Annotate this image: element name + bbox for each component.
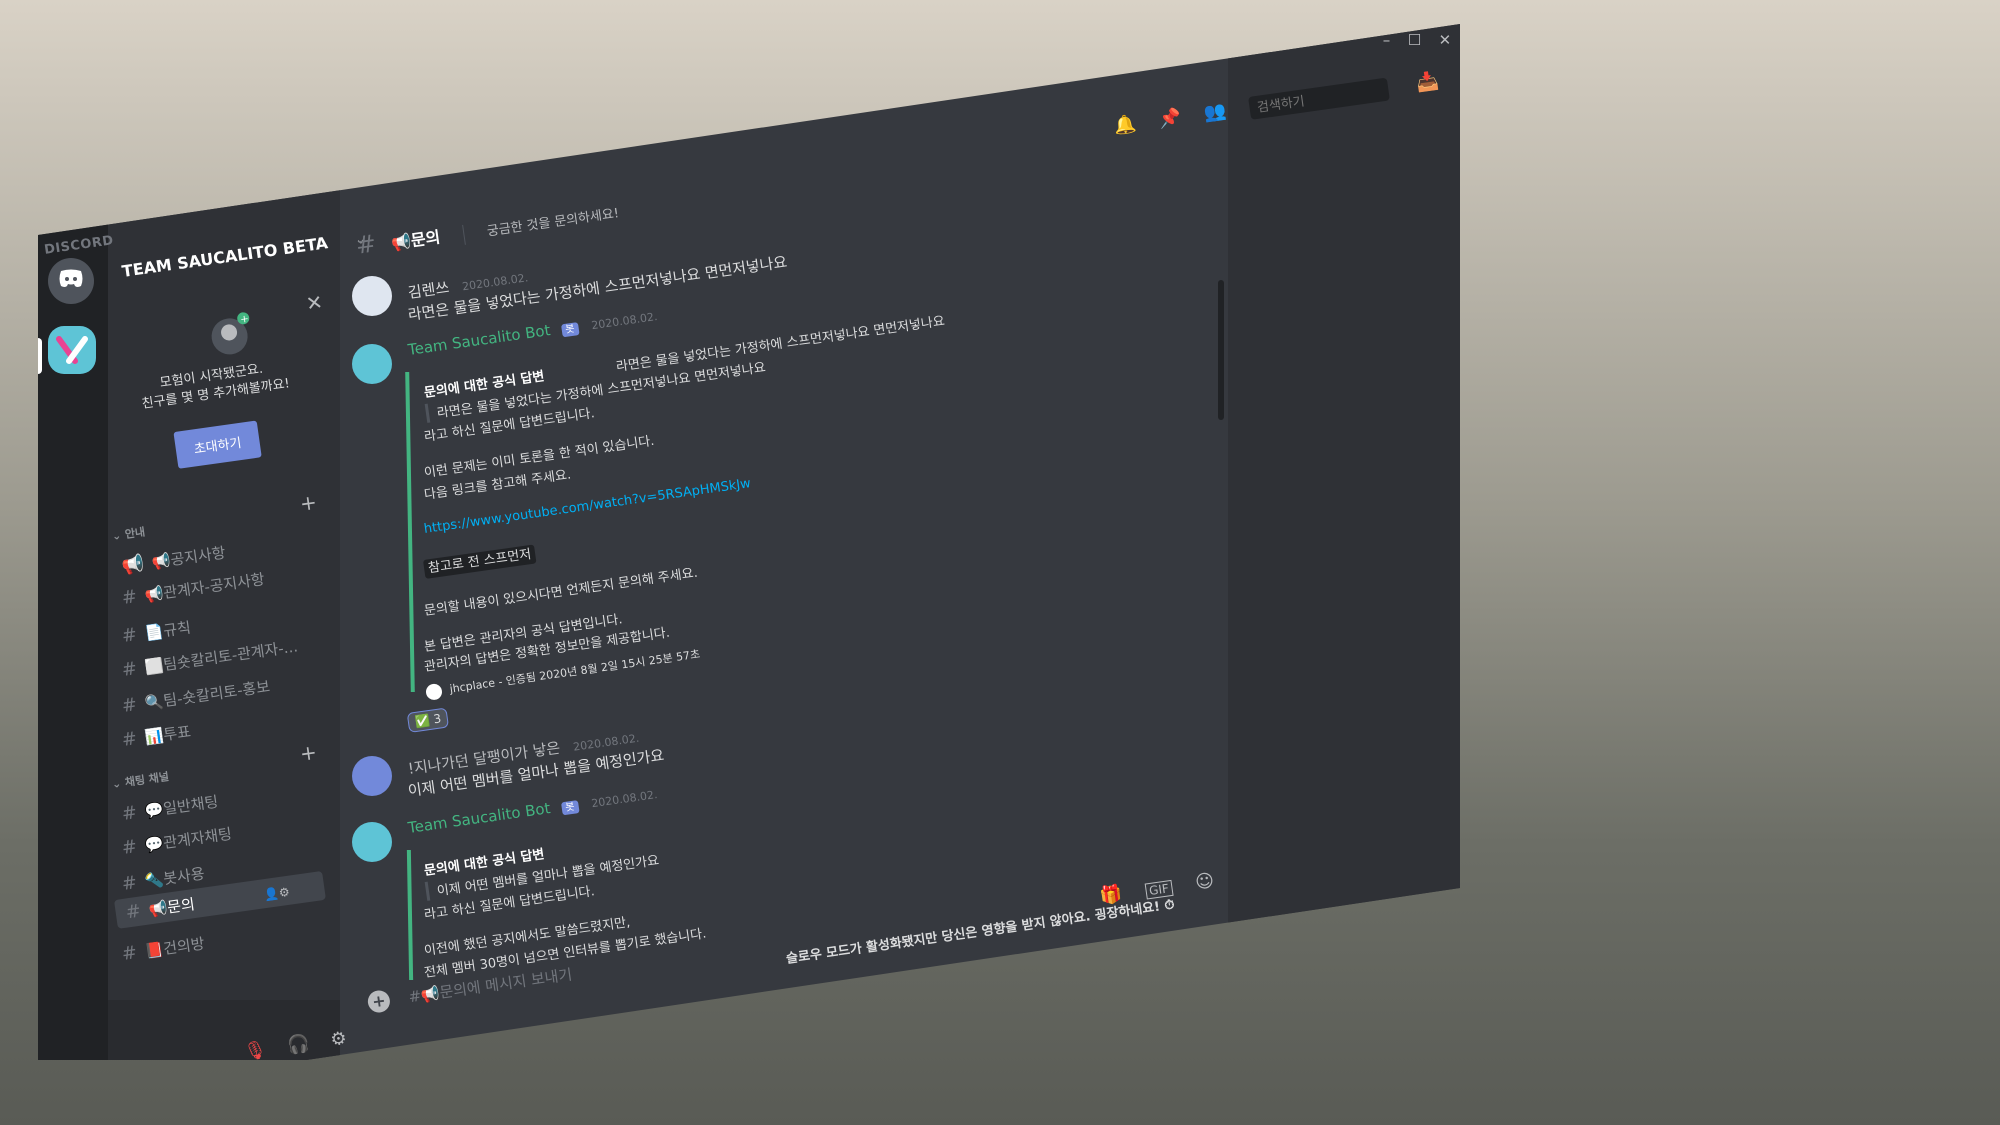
add-friend-illustration-icon: + [211, 312, 250, 355]
pin-icon[interactable]: 📌 [1157, 107, 1182, 131]
hash-icon: # [120, 728, 139, 751]
plus-icon[interactable]: + [298, 740, 318, 766]
close-icon[interactable]: ✕ [304, 290, 324, 316]
embed-top-line: 라면은 물을 넣었다는 가정하에 스프먼저넣나요 면먼저넣나요 [615, 313, 946, 375]
hash-icon: # [120, 694, 139, 717]
divider [461, 224, 466, 245]
server-icon-saucalito[interactable] [48, 326, 96, 374]
hash-icon: # [120, 586, 139, 609]
channel-title: 📢문의 [389, 227, 442, 253]
timestamp: 2020.08.02. [590, 310, 659, 333]
server-rail [38, 24, 108, 1060]
selected-server-indicator [38, 338, 42, 374]
hash-icon: # [120, 658, 139, 681]
channel-topic: 궁금한 것을 문의하세요! [486, 206, 620, 240]
add-channel-button[interactable]: + [298, 740, 318, 766]
slowmode-notice: 슬로우 모드가 활성화됐지만 당신은 영향을 받지 않아요. 굉장하네요! ⏱ [785, 897, 1176, 967]
close-invite-button[interactable]: ✕ [304, 290, 324, 316]
member-list [1228, 24, 1460, 1060]
hash-icon: # [120, 802, 139, 825]
plus-circle-icon[interactable]: + [366, 989, 392, 1014]
maximize-button[interactable]: ☐ [1408, 31, 1421, 49]
embed-code-row: 참고로 전 스프먼저 [422, 543, 537, 579]
add-channel-button[interactable]: + [298, 490, 318, 516]
window-controls: – ☐ ✕ [1374, 30, 1460, 50]
avatar[interactable] [352, 344, 392, 384]
avatar[interactable] [352, 276, 392, 316]
mute-mic-icon[interactable]: 🎙 [243, 1039, 269, 1060]
invite-member-icon[interactable]: 👤⚙ [263, 885, 290, 902]
avatar[interactable] [352, 756, 392, 796]
reaction-count: 3 [432, 711, 443, 727]
megaphone-icon: 📢 [120, 552, 146, 577]
embed-code: 참고로 전 스프먼저 [422, 544, 537, 579]
hash-icon: # [120, 872, 139, 895]
home-button[interactable] [48, 258, 94, 304]
channel-label: 📢문의 [147, 895, 196, 920]
bot-badge: 봇 [560, 322, 580, 338]
reaction-check[interactable]: ✅ 3 [406, 707, 450, 733]
saucalito-logo-icon [56, 336, 88, 364]
timestamp: 2020.08.02. [590, 788, 659, 811]
hash-icon: # [354, 229, 378, 260]
channel-header: # 📢문의 궁금한 것을 문의하세요! [354, 195, 620, 260]
plus-icon[interactable]: + [298, 490, 318, 516]
embed-accent-bar [405, 371, 415, 693]
close-window-button[interactable]: ✕ [1439, 31, 1452, 49]
check-icon: ✅ [414, 713, 431, 729]
scrollbar[interactable] [1218, 280, 1224, 420]
svg-text:+: + [240, 314, 250, 326]
settings-gear-icon[interactable]: ⚙ [329, 1028, 348, 1051]
bot-badge: 봇 [560, 800, 580, 816]
emoji-icon[interactable]: ☺ [1194, 870, 1216, 893]
inbox-icon[interactable]: 📥 [1415, 70, 1440, 94]
hash-icon: # [120, 836, 139, 859]
members-icon[interactable]: 👥 [1203, 100, 1228, 124]
discord-logo-icon [58, 269, 84, 293]
embed-accent-bar [406, 849, 414, 981]
author-name[interactable]: Team Saucalito Bot [407, 799, 552, 837]
minimize-button[interactable]: – [1383, 31, 1391, 49]
headphones-icon[interactable]: 🎧 [286, 1033, 311, 1057]
hash-icon: # [120, 942, 139, 965]
hash-icon: # [120, 624, 139, 647]
invite-illustration: + [201, 308, 263, 365]
author-name[interactable]: Team Saucalito Bot [407, 321, 552, 359]
reaction-row: ✅ 3 [406, 706, 450, 733]
footer-avatar [424, 682, 444, 701]
category-label: 안내 [124, 525, 146, 542]
hash-icon: # [124, 900, 143, 924]
discord-window: – ☐ ✕ DISCORD TEAM SAUCALITO BETA ⌄ ✕ + … [38, 24, 1460, 1060]
bell-icon[interactable]: 🔔 [1112, 113, 1137, 137]
avatar[interactable] [352, 822, 392, 862]
